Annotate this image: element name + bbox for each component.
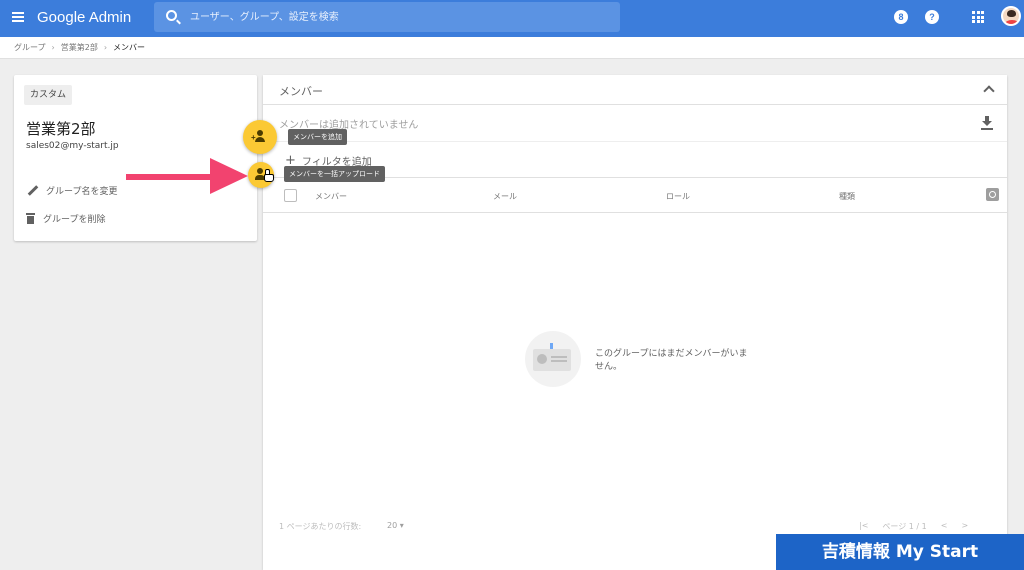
app-title[interactable]: Google Admin [37, 9, 131, 26]
delete-group-label: グループを削除 [43, 214, 106, 225]
delete-group-button[interactable]: グループを削除 [26, 210, 105, 226]
person-add-icon: + [251, 129, 267, 143]
column-settings-icon[interactable] [986, 188, 999, 201]
pager: |< ページ 1 / 1 < > [859, 521, 968, 532]
trash-icon [26, 212, 35, 224]
next-page-icon[interactable]: > [961, 521, 968, 532]
pencil-icon [26, 184, 38, 196]
menu-icon[interactable] [12, 12, 24, 22]
help-icon[interactable]: ? [925, 10, 939, 24]
avatar[interactable] [1001, 6, 1021, 26]
search-input[interactable] [190, 8, 610, 26]
rows-per-page-label: 1 ページあたりの行数: [279, 522, 362, 531]
add-member-fab[interactable]: + [243, 120, 277, 154]
panel-header: メンバー [263, 75, 1007, 105]
first-page-icon[interactable]: |< [859, 521, 868, 532]
hand-cursor-icon [263, 169, 274, 182]
rows-per-page-select[interactable]: 20 ▾ [387, 521, 404, 530]
breadcrumb-members: メンバー [113, 43, 146, 52]
id-card-icon [533, 343, 571, 371]
panel-title: メンバー [279, 85, 323, 98]
group-type-chip: カスタム [24, 85, 73, 105]
column-member[interactable]: メンバー [315, 191, 347, 202]
page-indicator: ページ 1 / 1 [882, 522, 927, 531]
search-box[interactable] [154, 2, 620, 32]
search-icon [166, 10, 177, 21]
breadcrumb-bar: グループ › 営業第2部 › メンバー [0, 37, 1024, 59]
select-all-checkbox[interactable] [284, 189, 297, 202]
column-role[interactable]: ロール [666, 191, 690, 202]
column-email[interactable]: メール [493, 191, 517, 202]
top-app-bar: Google Admin 8 ? [0, 0, 1024, 37]
members-panel: メンバー メンバーは追加されていません + フィルタを追加 メンバー メール ロ… [263, 75, 1007, 570]
breadcrumb-groups[interactable]: グループ [14, 42, 46, 53]
download-icon[interactable] [981, 116, 993, 130]
chevron-up-icon[interactable] [983, 85, 995, 97]
empty-state-message: このグループにはまだメンバーがいません。 [595, 349, 748, 372]
group-name: 営業第2部 [26, 120, 96, 138]
empty-state-illustration [525, 331, 581, 387]
bulk-upload-tooltip: メンバーを一括アップロード [284, 166, 385, 182]
apps-grid-icon[interactable] [972, 11, 984, 23]
table-header: メンバー メール ロール 種類 [263, 177, 1007, 213]
chevron-right-icon: › [103, 43, 108, 52]
column-type[interactable]: 種類 [839, 191, 855, 202]
support-icon[interactable]: 8 [894, 10, 908, 24]
prev-page-icon[interactable]: < [941, 521, 948, 532]
rename-group-button[interactable]: グループ名を変更 [26, 182, 117, 198]
group-email: sales02@my-start.jp [26, 141, 119, 151]
chevron-right-icon: › [51, 43, 55, 52]
rename-group-label: グループ名を変更 [46, 186, 118, 197]
breadcrumb-group[interactable]: 営業第2部 [61, 42, 98, 53]
breadcrumb: グループ › 営業第2部 › メンバー [14, 42, 145, 53]
annotation-arrow-icon [126, 158, 248, 194]
add-member-tooltip: メンバーを追加 [288, 129, 347, 145]
watermark-banner: 吉積情報 My Start [776, 534, 1024, 570]
